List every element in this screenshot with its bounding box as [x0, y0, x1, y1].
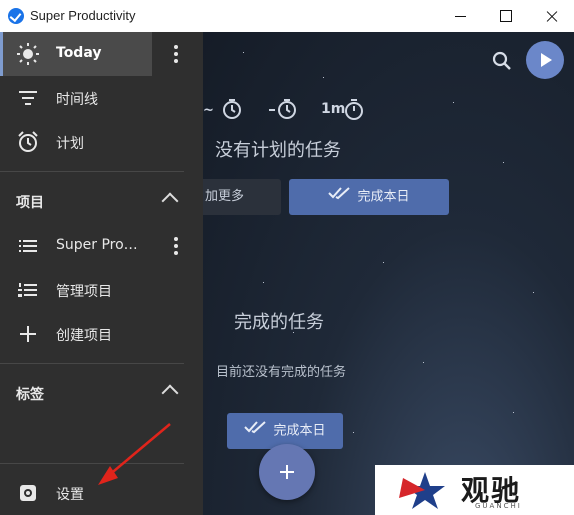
sidebar-item-create-project[interactable]: 创建项目 — [0, 312, 203, 356]
no-done-tasks-text: 目前还没有完成的任务 — [216, 365, 347, 380]
sidebar-item-timeline[interactable]: 时间线 — [0, 76, 203, 120]
sidebar: Today 时间线 计划 项目 Super Pro… 管理项目 创建项目 标签 … — [0, 32, 203, 515]
sidebar-item-label: Super Pro… — [56, 237, 138, 253]
chevron-up-icon — [161, 192, 179, 210]
finish-day-label-bottom: 完成本日 — [273, 423, 326, 439]
app-logo-icon — [8, 8, 24, 24]
unplanned-tasks-title: 没有计划的任务 — [215, 140, 341, 161]
sun-icon — [17, 43, 39, 65]
minimize-button[interactable] — [436, 0, 482, 32]
sidebar-item-label: 创建项目 — [56, 328, 112, 344]
double-check-icon — [244, 413, 268, 449]
search-icon — [492, 51, 511, 70]
sidebar-item-label: 计划 — [56, 136, 84, 152]
sidebar-item-label: 管理项目 — [56, 284, 112, 300]
svg-text:~: ~ — [203, 103, 214, 118]
tags-section-header[interactable]: 标签 — [0, 373, 203, 413]
play-tracking-button[interactable] — [526, 41, 564, 79]
sidebar-item-settings[interactable]: 设置 — [0, 471, 203, 515]
sidebar-item-label: Today — [56, 45, 102, 61]
watermark-sub: GUANCHI — [475, 502, 522, 510]
done-tasks-title: 完成的任务 — [234, 312, 324, 333]
add-more-button[interactable]: 加更多 — [203, 179, 281, 215]
time-short-label: 1m — [321, 101, 346, 117]
projects-header-label: 项目 — [16, 195, 44, 211]
sidebar-divider — [0, 463, 184, 464]
tags-header-label: 标签 — [16, 387, 44, 403]
finish-day-button[interactable]: 完成本日 — [289, 179, 449, 215]
numbered-list-icon — [17, 279, 39, 301]
sidebar-divider — [0, 363, 184, 364]
sidebar-divider — [0, 171, 184, 172]
close-window-button[interactable] — [528, 0, 574, 32]
chevron-up-icon — [161, 384, 179, 402]
sidebar-item-today[interactable]: Today — [0, 32, 152, 76]
plus-icon — [17, 323, 39, 345]
maximize-button[interactable] — [482, 0, 528, 32]
window-title: Super Productivity — [30, 8, 136, 23]
sidebar-item-label: 时间线 — [56, 92, 98, 108]
window-titlebar: Super Productivity — [0, 0, 574, 32]
projects-section-header[interactable]: 项目 — [0, 181, 203, 221]
timeline-icon — [17, 87, 39, 109]
search-button[interactable] — [491, 50, 513, 72]
gear-icon — [17, 482, 39, 504]
list-icon — [17, 235, 39, 257]
alarm-icon — [17, 131, 39, 153]
double-check-icon — [328, 179, 352, 215]
sidebar-item-label: 设置 — [56, 487, 84, 503]
watermark-logo-icon — [399, 472, 445, 509]
watermark: 观驰 GUANCHI — [375, 465, 574, 515]
finish-day-label: 完成本日 — [357, 189, 410, 205]
sidebar-item-manage-projects[interactable]: 管理项目 — [0, 268, 203, 312]
sidebar-item-schedule[interactable]: 计划 — [0, 120, 203, 164]
time-estimates: ~ 1m — [203, 96, 574, 122]
project-more-menu-icon[interactable] — [170, 237, 182, 257]
add-task-fab[interactable] — [259, 444, 315, 500]
today-more-menu-icon[interactable] — [170, 45, 182, 65]
main-content: ~ 1m 没有计划的任务 加更多 完成本日 完成的任务 目前还没有完成的任务 完… — [203, 32, 574, 515]
